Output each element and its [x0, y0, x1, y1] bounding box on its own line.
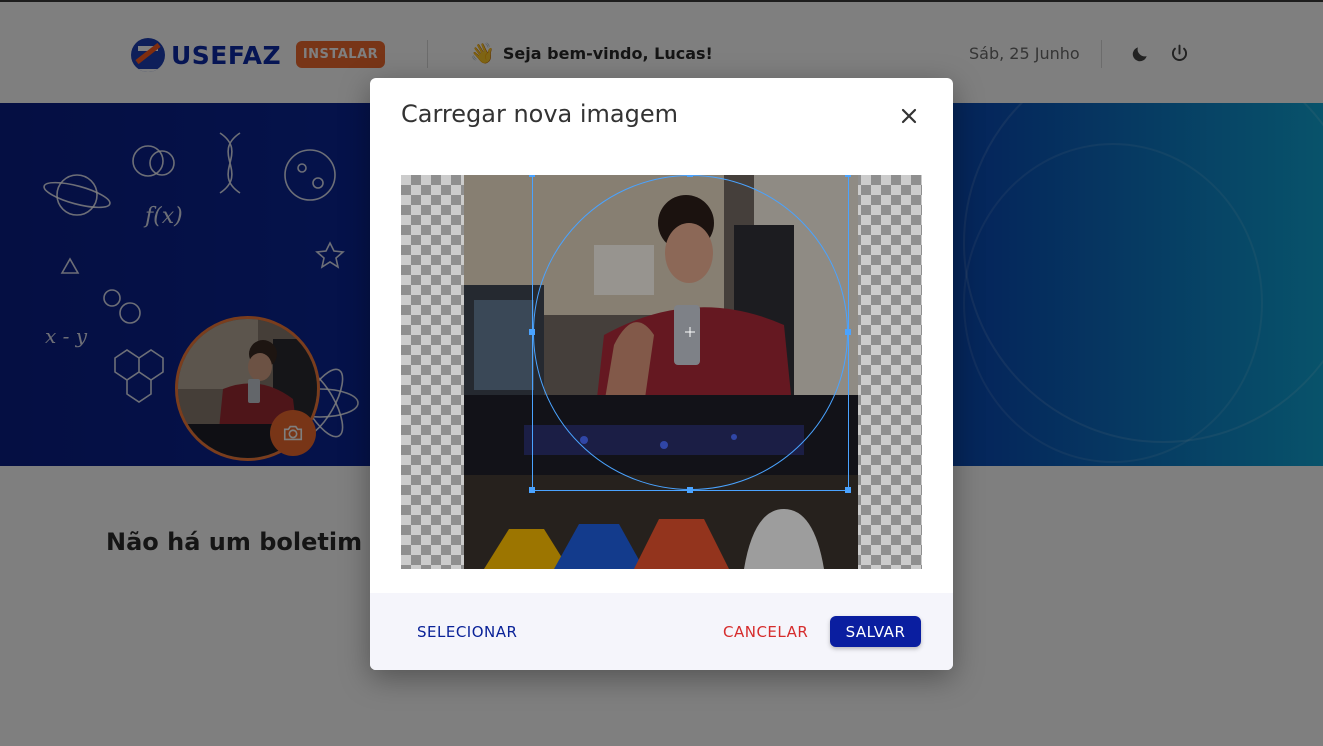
crop-handle-right[interactable] — [845, 329, 851, 335]
dialog-footer: SELECIONAR CANCELAR SALVAR — [370, 593, 953, 670]
dialog-title: Carregar nova imagem — [401, 100, 679, 128]
crop-handle-bottom-right[interactable] — [845, 487, 851, 493]
crop-handle-bottom-left[interactable] — [529, 487, 535, 493]
crop-handle-top-right[interactable] — [845, 175, 851, 177]
select-button[interactable]: SELECIONAR — [401, 617, 533, 647]
save-button[interactable]: SALVAR — [830, 616, 921, 647]
crop-selection[interactable] — [529, 175, 851, 493]
cancel-button[interactable]: CANCELAR — [707, 617, 824, 647]
close-icon — [901, 108, 917, 124]
crop-handle-left[interactable] — [529, 329, 535, 335]
crop-handle-bottom[interactable] — [687, 487, 693, 493]
crosshair-icon — [685, 327, 695, 337]
image-cropper[interactable] — [401, 175, 922, 569]
upload-image-dialog: Carregar nova imagem SELECIONAR CANCELAR… — [370, 78, 953, 670]
crop-handle-top[interactable] — [687, 175, 693, 177]
crop-handle-top-left[interactable] — [529, 175, 535, 177]
close-button[interactable] — [898, 105, 920, 127]
